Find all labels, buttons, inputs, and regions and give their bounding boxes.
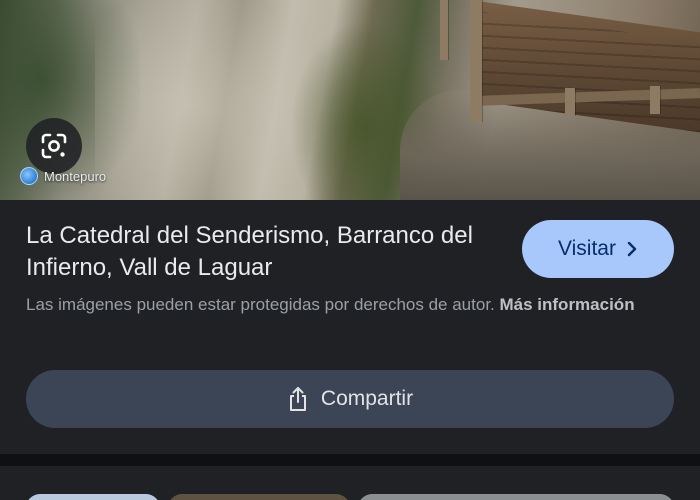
result-title[interactable]: La Catedral del Senderismo, Barranco del…	[26, 220, 506, 284]
photo-post	[440, 0, 448, 60]
share-button[interactable]: Compartir	[26, 370, 674, 428]
chevron-right-icon	[627, 241, 637, 257]
result-info-card: La Catedral del Senderismo, Barranco del…	[0, 200, 700, 454]
image-source[interactable]: Montepuro	[20, 166, 106, 186]
copyright-text: Las imágenes pueden estar protegidas por…	[26, 295, 495, 314]
related-images-row	[0, 466, 700, 500]
image-viewer: Montepuro La Catedral del Senderismo, Ba…	[0, 0, 700, 500]
site-favicon-icon	[20, 167, 38, 185]
photo-post	[650, 86, 660, 114]
photo-post	[470, 0, 482, 122]
section-divider	[0, 454, 700, 466]
photo-post	[565, 88, 575, 116]
share-icon	[289, 387, 306, 411]
related-image-thumbnail[interactable]	[26, 494, 160, 500]
visit-button-label: Visitar	[558, 237, 616, 260]
google-lens-icon	[41, 133, 67, 159]
visit-button[interactable]: Visitar	[522, 220, 674, 278]
copyright-notice: Las imágenes pueden estar protegidas por…	[26, 292, 646, 318]
result-photo[interactable]: Montepuro	[0, 0, 700, 200]
related-image-thumbnail[interactable]	[358, 494, 674, 500]
related-image-thumbnail[interactable]	[168, 494, 350, 500]
share-button-label: Compartir	[320, 387, 414, 410]
more-info-link[interactable]: Más información	[500, 295, 635, 314]
source-name: Montepuro	[44, 168, 107, 184]
